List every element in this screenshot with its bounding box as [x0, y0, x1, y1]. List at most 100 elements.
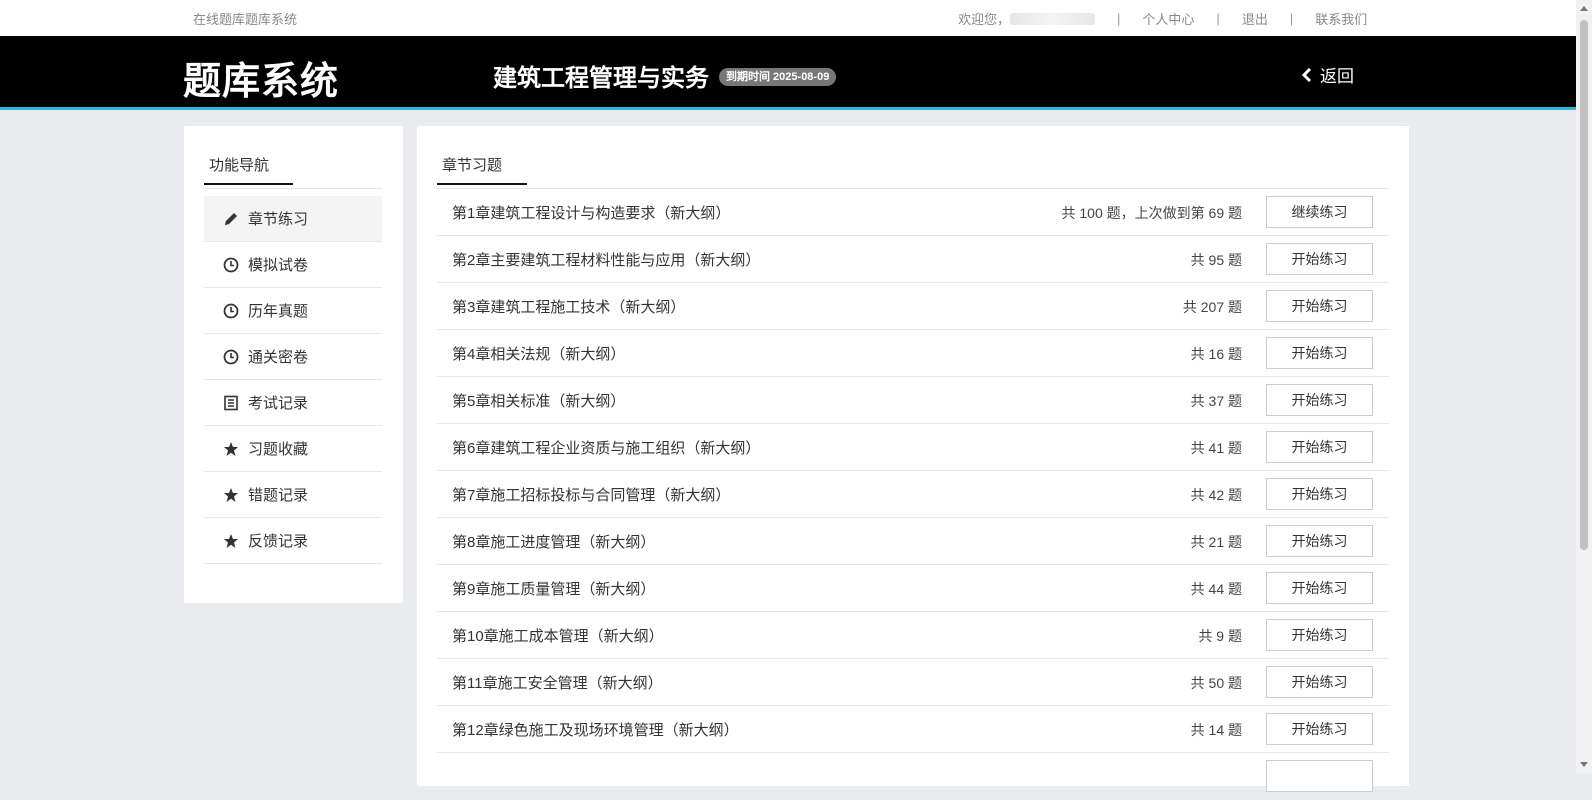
- clock-icon: [222, 302, 240, 320]
- user-links: 欢迎您， | 个人中心 | 退出 | 联系我们: [958, 9, 1367, 28]
- sidebar-item-past-exams[interactable]: 历年真题: [204, 288, 382, 334]
- start-practice-button[interactable]: 开始练习: [1266, 431, 1373, 463]
- star-icon: [222, 486, 240, 504]
- chapter-name: 第12章绿色施工及现场环境管理（新大纲）: [452, 722, 739, 739]
- question-count: 共 14 题: [1190, 722, 1242, 738]
- chapter-row-partial: [437, 753, 1389, 800]
- chapter-panel: 章节习题 第1章建筑工程设计与构造要求（新大纲） 共 100 题，上次做到第 6…: [417, 126, 1409, 800]
- chapter-row: 第7章施工招标投标与合同管理（新大纲） 共 42 题 开始练习: [437, 471, 1389, 518]
- question-count: 共 100 题，上次做到第 69 题: [1061, 205, 1243, 221]
- sidebar-item-feedback[interactable]: 反馈记录: [204, 518, 382, 564]
- chapter-row: 第12章绿色施工及现场环境管理（新大纲） 共 14 题 开始练习: [437, 706, 1389, 753]
- welcome-text: 欢迎您，: [958, 12, 1011, 27]
- expire-badge: 到期时间 2025-08-09: [719, 68, 837, 86]
- start-practice-button[interactable]: 开始练习: [1266, 572, 1373, 604]
- sidebar-item-secret-papers[interactable]: 通关密卷: [204, 334, 382, 380]
- pencil-icon: [222, 210, 240, 228]
- scroll-up-arrow-icon[interactable]: [1580, 6, 1588, 11]
- chevron-left-icon: [1302, 67, 1312, 82]
- start-practice-button[interactable]: 开始练习: [1266, 713, 1373, 745]
- question-count: 共 44 题: [1190, 581, 1242, 597]
- list-icon: [222, 394, 240, 412]
- sidebar-item-label: 通关密卷: [248, 349, 309, 366]
- top-utility-bar: 在线题库题库系统 欢迎您， | 个人中心 | 退出 | 联系我们: [0, 0, 1576, 36]
- chapter-row: 第8章施工进度管理（新大纲） 共 21 题 开始练习: [437, 518, 1389, 565]
- continue-practice-button[interactable]: 继续练习: [1266, 196, 1373, 228]
- star-icon: [222, 440, 240, 458]
- start-practice-button[interactable]: 开始练习: [1266, 525, 1373, 557]
- sidebar-item-label: 考试记录: [248, 395, 309, 412]
- sidebar-item-label: 模拟试卷: [248, 257, 309, 274]
- chapter-name: 第8章施工进度管理（新大纲）: [452, 534, 656, 551]
- chapter-row: 第5章相关标准（新大纲） 共 37 题 开始练习: [437, 377, 1389, 424]
- divider: |: [1289, 11, 1294, 26]
- chapter-name: 第4章相关法规（新大纲）: [452, 346, 626, 363]
- site-name: 在线题库题库系统: [193, 12, 298, 27]
- star-icon: [222, 532, 240, 550]
- chapter-row: 第3章建筑工程施工技术（新大纲） 共 207 题 开始练习: [437, 283, 1389, 330]
- sidebar-item-mock-exam[interactable]: 模拟试卷: [204, 242, 382, 288]
- sidebar-item-label: 反馈记录: [248, 533, 309, 550]
- scrollbar-thumb[interactable]: [1580, 20, 1588, 550]
- chapter-row: 第10章施工成本管理（新大纲） 共 9 题 开始练习: [437, 612, 1389, 659]
- username-redacted: [1010, 12, 1096, 25]
- chapter-row: 第11章施工安全管理（新大纲） 共 50 题 开始练习: [437, 659, 1389, 706]
- back-button[interactable]: 返回: [1302, 62, 1354, 87]
- chapter-name: 第1章建筑工程设计与构造要求（新大纲）: [452, 205, 731, 222]
- question-count: 共 42 题: [1190, 487, 1242, 503]
- question-count: 共 16 题: [1190, 346, 1242, 362]
- chapter-name: 第2章主要建筑工程材料性能与应用（新大纲）: [452, 252, 761, 269]
- sidebar-item-exam-records[interactable]: 考试记录: [204, 380, 382, 426]
- chapter-name: 第9章施工质量管理（新大纲）: [452, 581, 656, 598]
- chapter-name: 第10章施工成本管理（新大纲）: [452, 628, 664, 645]
- chapter-row: 第9章施工质量管理（新大纲） 共 44 题 开始练习: [437, 565, 1389, 612]
- start-practice-button[interactable]: 开始练习: [1266, 619, 1373, 651]
- chapter-row: 第2章主要建筑工程材料性能与应用（新大纲） 共 95 题 开始练习: [437, 236, 1389, 283]
- start-practice-button[interactable]: 开始练习: [1266, 384, 1373, 416]
- start-practice-button[interactable]: 开始练习: [1266, 337, 1373, 369]
- divider: |: [1117, 11, 1121, 26]
- back-label: 返回: [1320, 67, 1354, 86]
- divider: |: [1216, 11, 1220, 26]
- sidebar-item-favorites[interactable]: 习题收藏: [204, 426, 382, 472]
- subject-title: 建筑工程管理与实务: [493, 65, 709, 92]
- question-count: 共 37 题: [1190, 393, 1242, 409]
- chapter-name: 第6章建筑工程企业资质与施工组织（新大纲）: [452, 440, 761, 457]
- start-practice-button[interactable]: [1266, 760, 1373, 792]
- sidebar-title: 功能导航: [204, 154, 293, 185]
- start-practice-button[interactable]: 开始练习: [1266, 478, 1373, 510]
- sidebar-item-label: 习题收藏: [248, 441, 309, 458]
- sidebar: 功能导航 章节练习 模拟试卷 历年真题 通关密卷 考试记录 习题收藏 错题记录 …: [184, 126, 403, 603]
- page-scrollbar[interactable]: [1576, 0, 1592, 774]
- contact-link[interactable]: 联系我们: [1315, 9, 1367, 28]
- sidebar-title-bar: 功能导航: [204, 154, 382, 189]
- site-logo[interactable]: 题库系统: [183, 50, 339, 105]
- sidebar-item-label: 历年真题: [248, 303, 309, 320]
- sidebar-item-label: 章节练习: [248, 211, 309, 228]
- clock-icon: [222, 348, 240, 366]
- question-count: 共 207 题: [1182, 299, 1242, 315]
- start-practice-button[interactable]: 开始练习: [1266, 666, 1373, 698]
- start-practice-button[interactable]: 开始练习: [1266, 243, 1373, 275]
- start-practice-button[interactable]: 开始练习: [1266, 290, 1373, 322]
- clock-icon: [222, 256, 240, 274]
- question-count: 共 9 题: [1198, 628, 1242, 644]
- sidebar-nav: 章节练习 模拟试卷 历年真题 通关密卷 考试记录 习题收藏 错题记录 反馈记录: [204, 196, 382, 564]
- question-count: 共 41 题: [1190, 440, 1242, 456]
- sidebar-item-wrong-answers[interactable]: 错题记录: [204, 472, 382, 518]
- chapter-name: 第5章相关标准（新大纲）: [452, 393, 626, 410]
- question-count: 共 95 题: [1190, 252, 1242, 268]
- chapter-name: 第3章建筑工程施工技术（新大纲）: [452, 299, 686, 316]
- main-header: 题库系统 建筑工程管理与实务 到期时间 2025-08-09 返回: [0, 36, 1576, 110]
- question-count: 共 50 题: [1190, 675, 1242, 691]
- scroll-down-arrow-icon[interactable]: [1580, 762, 1588, 767]
- panel-title: 章节习题: [437, 154, 527, 185]
- question-count: 共 21 题: [1190, 534, 1242, 550]
- panel-title-bar: 章节习题: [437, 154, 1389, 189]
- profile-link[interactable]: 个人中心: [1142, 9, 1194, 28]
- logout-link[interactable]: 退出: [1242, 9, 1268, 28]
- chapter-row: 第1章建筑工程设计与构造要求（新大纲） 共 100 题，上次做到第 69 题 继…: [437, 189, 1389, 236]
- sidebar-item-label: 错题记录: [248, 487, 309, 504]
- chapter-name: 第7章施工招标投标与合同管理（新大纲）: [452, 487, 731, 504]
- sidebar-item-chapter-practice[interactable]: 章节练习: [204, 196, 382, 242]
